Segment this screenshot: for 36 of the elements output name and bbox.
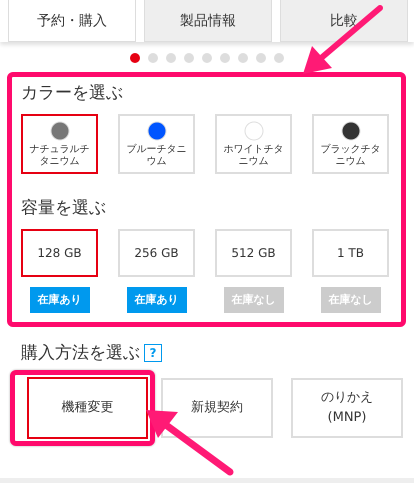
purchase-option[interactable]: のりかえ (MNP)	[291, 378, 403, 438]
tab[interactable]: 製品情報	[144, 0, 272, 42]
carousel-dot[interactable]	[256, 53, 266, 63]
capacity-option[interactable]: 256 GB	[118, 229, 195, 277]
section-heading: カラーを選ぶ	[21, 82, 124, 104]
color-name: ブラックチタニウム	[320, 144, 382, 168]
color-name: ブルーチタニウム	[126, 144, 188, 168]
carousel-dot[interactable]	[220, 53, 230, 63]
color-option[interactable]: ホワイトチタニウム	[215, 114, 292, 174]
color-swatch-icon	[340, 121, 360, 141]
carousel-dot[interactable]	[238, 53, 248, 63]
capacity-option[interactable]: 128 GB	[21, 229, 98, 277]
capacity-option[interactable]: 1 TB	[312, 229, 389, 277]
color-option[interactable]: ナチュラルチタニウム	[21, 114, 98, 174]
carousel-dot[interactable]	[148, 53, 158, 63]
carousel-dot[interactable]	[202, 53, 212, 63]
tab[interactable]: 予約・購入	[8, 0, 136, 42]
color-swatch-icon	[50, 121, 70, 141]
carousel-dot[interactable]	[130, 53, 140, 63]
purchase-option[interactable]: 新規契約	[161, 378, 273, 438]
section-heading: 購入方法を選ぶ	[21, 342, 140, 364]
color-option[interactable]: ブルーチタニウム	[118, 114, 195, 174]
color-name: ホワイトチタニウム	[222, 144, 284, 168]
stock-badge: 在庫あり	[126, 287, 186, 313]
carousel-dot[interactable]	[166, 53, 176, 63]
color-swatch-icon	[244, 121, 264, 141]
color-option[interactable]: ブラックチタニウム	[312, 114, 389, 174]
tab[interactable]: 比較	[280, 0, 408, 42]
section-heading: 容量を選ぶ	[21, 197, 107, 219]
capacity-option[interactable]: 512 GB	[215, 229, 292, 277]
color-name: ナチュラルチタニウム	[28, 144, 90, 168]
carousel-dot[interactable]	[274, 53, 284, 63]
color-swatch-icon	[146, 121, 166, 141]
stock-badge: 在庫あり	[30, 287, 90, 313]
carousel-dot[interactable]	[184, 53, 194, 63]
purchase-option[interactable]: 機種変更	[27, 377, 148, 439]
